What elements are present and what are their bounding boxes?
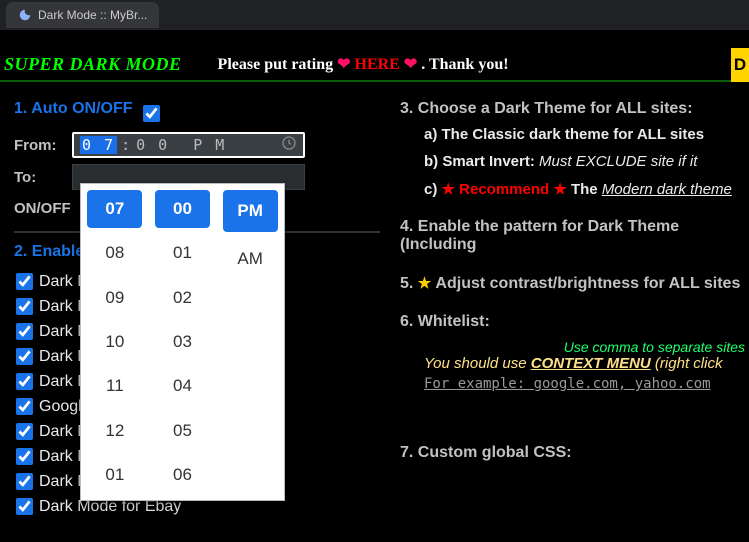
- section-7-heading: 7. Custom global CSS:: [400, 444, 749, 462]
- from-time-input[interactable]: 0 7 : 0 0 P M: [72, 132, 305, 158]
- time-hh: 0 7: [80, 136, 117, 154]
- section-1-heading: 1. Auto ON/OFF: [14, 100, 133, 118]
- browser-urlbar: [0, 30, 749, 48]
- picker-cell[interactable]: 11: [87, 367, 142, 405]
- theme-option-c[interactable]: c) ★ Recommend ★ The Modern dark theme: [400, 180, 749, 198]
- rating-plea: Please put rating ❤ HERE ❤ . Thank you!: [218, 54, 509, 74]
- picker-cell[interactable]: 06: [155, 456, 210, 494]
- site-checkbox[interactable]: [16, 323, 33, 340]
- minute-column[interactable]: 00 01 02 03 04 05 06: [149, 184, 217, 500]
- section-4-heading: 4. Enable the pattern for Dark Theme (In…: [400, 218, 749, 254]
- auto-onoff-checkbox[interactable]: [143, 105, 160, 122]
- picker-cell[interactable]: 00: [155, 190, 210, 228]
- site-checkbox[interactable]: [16, 298, 33, 315]
- app-title: SUPER DARK MODE: [4, 54, 182, 75]
- picker-cell[interactable]: AM: [223, 238, 278, 280]
- theme-option-b[interactable]: b) Smart Invert: Must EXCLUDE site if it: [400, 153, 749, 170]
- time-mm: 0 0: [136, 136, 169, 154]
- picker-cell[interactable]: 04: [155, 367, 210, 405]
- site-checkbox[interactable]: [16, 373, 33, 390]
- site-checkbox[interactable]: [16, 273, 33, 290]
- browser-tabbar: Dark Mode :: MyBr...: [0, 0, 749, 30]
- heart-icon: ❤: [337, 56, 350, 73]
- page-banner: SUPER DARK MODE Please put rating ❤ HERE…: [0, 48, 749, 82]
- whitelist-note: Use comma to separate sites: [400, 339, 749, 355]
- context-menu-note: You should use CONTEXT MENU (right click: [400, 355, 749, 372]
- picker-cell[interactable]: 07: [87, 190, 142, 228]
- site-checkbox[interactable]: [16, 473, 33, 490]
- picker-cell[interactable]: 12: [87, 411, 142, 449]
- rating-link[interactable]: HERE: [355, 56, 400, 73]
- picker-cell[interactable]: 05: [155, 411, 210, 449]
- picker-cell[interactable]: PM: [223, 190, 278, 232]
- time-picker-popup: 07 08 09 10 11 12 01 00 01 02 03 04 05 06 PM AM: [80, 183, 285, 501]
- picker-cell[interactable]: 10: [87, 323, 142, 361]
- moon-icon: [18, 8, 32, 22]
- hour-column[interactable]: 07 08 09 10 11 12 01: [81, 184, 149, 500]
- theme-option-a[interactable]: a) The Classic dark theme for ALL sites: [400, 126, 749, 143]
- site-checkbox[interactable]: [16, 448, 33, 465]
- browser-tab[interactable]: Dark Mode :: MyBr...: [6, 2, 159, 28]
- picker-cell[interactable]: 01: [87, 456, 142, 494]
- ampm-column[interactable]: PM AM: [216, 184, 284, 500]
- from-label: From:: [14, 137, 62, 154]
- site-checkbox[interactable]: [16, 423, 33, 440]
- picker-cell[interactable]: 03: [155, 323, 210, 361]
- site-checkbox[interactable]: [16, 398, 33, 415]
- picker-cell[interactable]: 08: [87, 234, 142, 272]
- site-checkbox[interactable]: [16, 498, 33, 515]
- clock-icon[interactable]: [281, 135, 297, 155]
- to-label: To:: [14, 169, 62, 186]
- tab-title: Dark Mode :: MyBr...: [38, 8, 147, 22]
- section-3-heading: 3. Choose a Dark Theme for ALL sites:: [400, 100, 749, 118]
- time-ampm: P M: [193, 136, 226, 154]
- heart-icon: ❤: [404, 56, 417, 73]
- right-column: 3. Choose a Dark Theme for ALL sites: a)…: [390, 100, 749, 519]
- site-checkbox[interactable]: [16, 348, 33, 365]
- picker-cell[interactable]: 09: [87, 279, 142, 317]
- section-6-heading: 6. Whitelist:: [400, 313, 749, 331]
- whitelist-example: For example: google.com, yahoo.com: [400, 376, 749, 392]
- section-5-heading: 5. ★ Adjust contrast/brightness for ALL …: [400, 274, 749, 293]
- donate-button[interactable]: D: [731, 48, 749, 82]
- picker-cell[interactable]: 02: [155, 279, 210, 317]
- picker-cell[interactable]: 01: [155, 234, 210, 272]
